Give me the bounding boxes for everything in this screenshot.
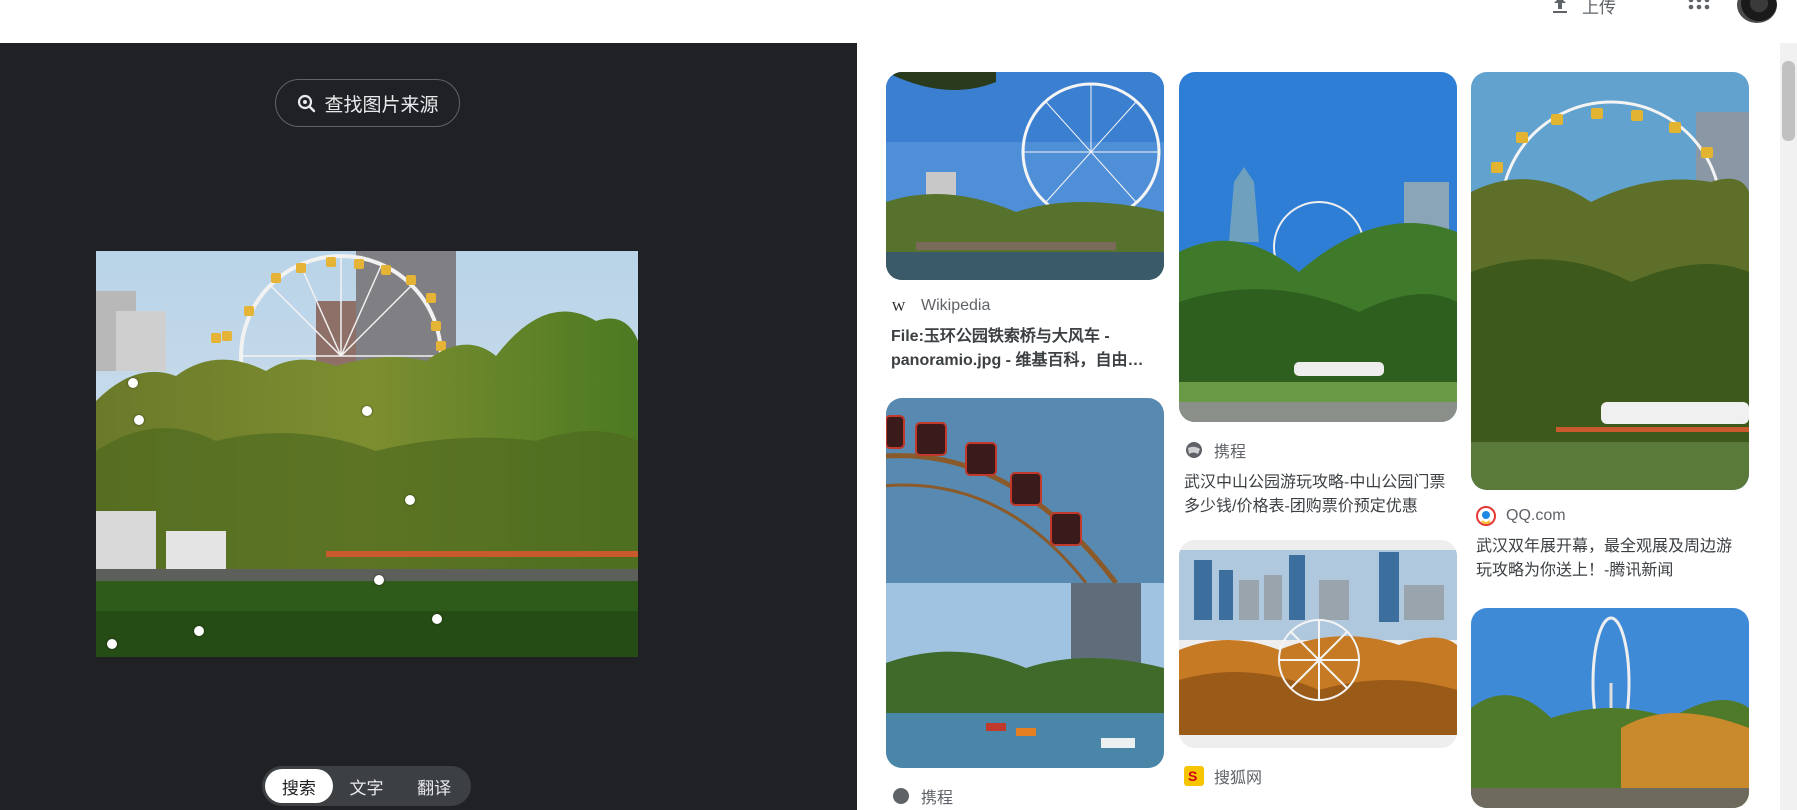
results-panel: W Wikipedia File:玉环公园铁索桥与大风车 - panoramio… [857, 43, 1797, 810]
upload-button[interactable]: 上传 [1548, 0, 1616, 18]
svg-text:W: W [892, 300, 906, 313]
upload-label: 上传 [1582, 0, 1616, 17]
region-dot[interactable] [107, 639, 117, 649]
sohu-icon: S [1184, 766, 1204, 786]
avatar[interactable] [1737, 0, 1777, 23]
result-thumbnail[interactable] [886, 398, 1164, 768]
tab-search[interactable]: 搜索 [265, 769, 333, 803]
result-card[interactable]: S 搜狐网 [1179, 540, 1457, 788]
top-bar: 上传 [0, 0, 1797, 43]
region-dot[interactable] [134, 415, 144, 425]
result-source: 携程 [886, 784, 1164, 808]
mode-tabs: 搜索 文字 翻译 [262, 766, 471, 806]
result-card[interactable]: QQ.com 武汉双年展开幕，最全观展及周边游玩攻略为你送上！-腾讯新闻 [1471, 72, 1749, 583]
result-source: QQ.com [1471, 506, 1749, 526]
region-dot[interactable] [362, 406, 372, 416]
result-card[interactable]: 携程 武汉中山公园游玩攻略-中山公园门票多少钱/价格表-团购票价预定优惠 [1179, 72, 1457, 519]
wikipedia-icon: W [891, 296, 911, 316]
result-source-label: Wikipedia [921, 297, 991, 314]
result-thumbnail[interactable] [1179, 72, 1457, 422]
result-thumbnail[interactable] [1471, 72, 1749, 490]
apps-grid-icon[interactable] [1685, 0, 1713, 18]
upload-icon [1553, 0, 1567, 13]
svg-text:S: S [1188, 768, 1197, 784]
result-title[interactable]: File:玉环公园铁索桥与大风车 - panoramio.jpg - 维基百科，… [886, 325, 1164, 373]
result-source-label: QQ.com [1506, 507, 1566, 524]
find-image-source-label: 查找图片来源 [324, 94, 439, 116]
result-card[interactable] [1471, 608, 1749, 808]
result-thumbnail[interactable] [1471, 608, 1749, 808]
region-dot[interactable] [374, 575, 384, 585]
result-card[interactable]: W Wikipedia File:玉环公园铁索桥与大风车 - panoramio… [886, 72, 1164, 373]
result-card[interactable]: 携程 [886, 398, 1164, 808]
result-title[interactable]: 武汉中山公园游玩攻略-中山公园门票多少钱/价格表-团购票价预定优惠 [1179, 471, 1457, 519]
lens-search-icon [298, 94, 316, 113]
query-panel: 查找图片来源 搜索 文字 翻译 [0, 43, 857, 810]
result-source-label: 携程 [921, 790, 954, 807]
region-dot[interactable] [194, 626, 204, 636]
results-scrollbar[interactable] [1780, 43, 1797, 810]
result-source: S 搜狐网 [1179, 764, 1457, 788]
result-source: 携程 [1179, 438, 1457, 462]
result-thumbnail[interactable] [886, 72, 1164, 280]
qq-icon [1476, 506, 1496, 526]
result-source: W Wikipedia [886, 296, 1164, 316]
result-title[interactable]: 武汉双年展开幕，最全观展及周边游玩攻略为你送上！-腾讯新闻 [1471, 535, 1749, 583]
globe-icon [1184, 440, 1204, 460]
tab-translate[interactable]: 翻译 [400, 769, 468, 803]
query-image[interactable] [96, 251, 638, 657]
result-source-label: 搜狐网 [1214, 770, 1263, 787]
region-dot[interactable] [405, 495, 415, 505]
scrollbar-thumb[interactable] [1782, 61, 1795, 141]
result-thumbnail[interactable] [1179, 540, 1457, 748]
region-dot[interactable] [432, 614, 442, 624]
result-source-label: 携程 [1214, 444, 1247, 461]
region-dot[interactable] [128, 378, 138, 388]
tab-text[interactable]: 文字 [333, 769, 401, 803]
globe-icon [891, 786, 911, 806]
find-image-source-button[interactable]: 查找图片来源 [275, 79, 460, 127]
